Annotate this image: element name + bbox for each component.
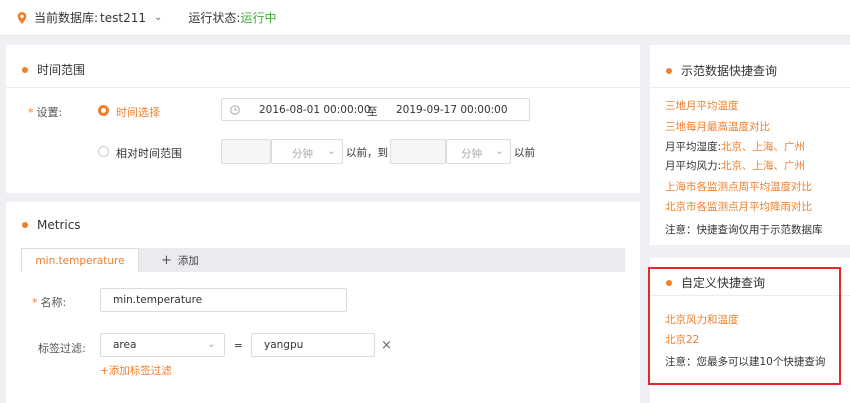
option-absolute-label[interactable]: 时间选择 <box>116 104 160 120</box>
add-metric-button[interactable]: + 添加 <box>161 248 199 272</box>
status-label: 运行状态: <box>188 11 241 25</box>
name-label: * 名称: <box>32 296 67 309</box>
before-to-text: 以前，到 <box>346 147 388 159</box>
start-date[interactable]: 2016-08-01 00:00:00 <box>259 104 371 116</box>
filter-key-select[interactable]: area ⌄ <box>100 333 225 357</box>
quick-query-link[interactable]: 三地每月最高温度对比 <box>665 119 770 134</box>
highlight-frame <box>648 267 841 385</box>
equals-sign: = <box>234 340 243 352</box>
demo-note: 注意：快捷查询仅用于示范数据库 <box>665 224 823 236</box>
option-relative-label[interactable]: 相对时间范围 <box>116 145 182 161</box>
status-value: 运行中 <box>240 11 277 25</box>
tab-min-temperature[interactable]: min.temperature <box>21 248 139 272</box>
quick-query-humidity: 月平均湿度:北京、上海、广州 <box>665 141 806 153</box>
location-pin-icon <box>17 11 27 24</box>
date-range-picker[interactable]: 2016-08-01 00:00:00 至 2019-09-17 00:00:0… <box>221 98 530 121</box>
demo-quick-query-card: 示范数据快捷查询 三地月平均温度 三地每月最高温度对比 月平均湿度:北京、上海、… <box>650 45 850 245</box>
metrics-tab-bar: min.temperature + 添加 <box>21 248 625 272</box>
range-separator: 至 <box>367 106 378 118</box>
chevron-down-icon: ⌄ <box>207 338 216 350</box>
setting-label: * 设置: <box>28 106 63 119</box>
time-range-title: 时间范围 <box>22 61 85 78</box>
bullet-dot-icon <box>22 222 28 228</box>
time-range-card: 时间范围 * 设置: 时间选择 2016-08-01 00:00:00 至 201… <box>6 45 640 193</box>
plus-icon: + <box>161 252 172 268</box>
chevron-down-icon: ⌄ <box>495 145 504 157</box>
before-text: 以前 <box>514 147 535 159</box>
quick-query-link[interactable]: 北京市各监测点月平均降雨对比 <box>665 199 812 214</box>
top-bar: 当前数据库: test211 ⌄ 运行状态: 运行中 <box>0 0 850 36</box>
metrics-card: Metrics min.temperature + 添加 * 名称: min.te… <box>6 202 640 403</box>
filter-label: 标签过滤: <box>38 342 86 355</box>
bullet-dot-icon <box>22 66 28 73</box>
radio-absolute-time[interactable] <box>98 105 109 116</box>
radio-relative-time[interactable] <box>98 146 109 157</box>
divider <box>650 87 850 88</box>
end-date[interactable]: 2019-09-17 00:00:00 <box>396 104 508 116</box>
chevron-down-icon: ⌄ <box>327 145 336 157</box>
current-db-name[interactable]: test211 <box>100 11 146 25</box>
relative-start-input[interactable] <box>221 139 271 164</box>
metric-name-input[interactable]: min.temperature <box>100 288 347 312</box>
chevron-down-icon[interactable]: ⌄ <box>154 12 162 23</box>
bullet-dot-icon <box>666 67 672 74</box>
quick-query-link[interactable]: 三地月平均温度 <box>665 98 739 113</box>
remove-filter-icon[interactable]: × <box>381 338 392 353</box>
current-db-label: 当前数据库: <box>34 11 99 25</box>
relative-end-unit-select[interactable]: 分钟 ⌄ <box>446 139 511 164</box>
clock-icon <box>230 105 240 115</box>
divider <box>6 87 640 88</box>
quick-query-wind: 月平均风力:北京、上海、广州 <box>665 160 806 172</box>
relative-end-input[interactable] <box>390 139 446 164</box>
relative-start-unit-select[interactable]: 分钟 ⌄ <box>271 139 343 164</box>
metrics-title: Metrics <box>22 218 81 232</box>
add-tag-filter-link[interactable]: +添加标签过滤 <box>100 363 172 378</box>
demo-quick-query-title: 示范数据快捷查询 <box>666 62 777 79</box>
quick-query-link[interactable]: 上海市各监测点周平均温度对比 <box>665 179 812 194</box>
filter-value-input[interactable]: yangpu <box>251 333 375 357</box>
